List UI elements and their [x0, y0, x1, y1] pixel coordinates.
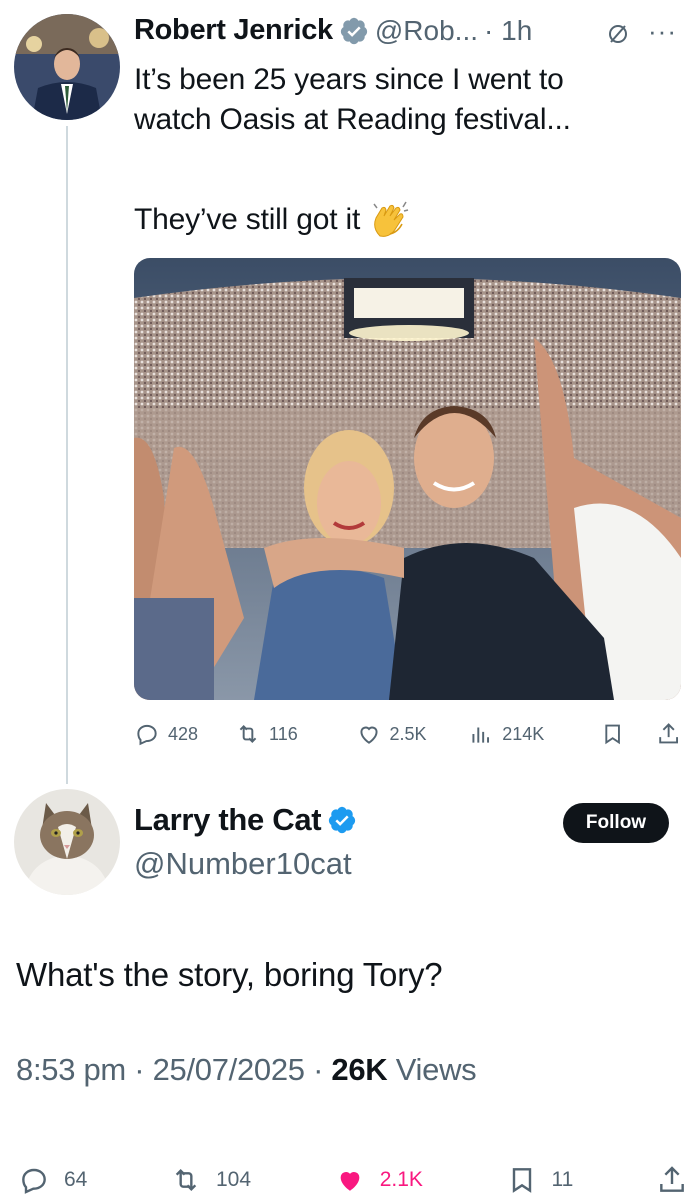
- reply-views-count: 26K: [331, 1052, 388, 1087]
- clapping-hands-emoji-icon: [373, 201, 409, 237]
- tweet-action-bar: 428 116 2.5K 214K: [134, 721, 681, 747]
- retweet-icon: [175, 1168, 197, 1192]
- retweet-count: 116: [269, 723, 298, 744]
- tweet-media-photo[interactable]: [134, 258, 681, 700]
- reply-bookmark-button[interactable]: 11: [506, 1164, 574, 1196]
- bookmark-icon: [512, 1168, 531, 1193]
- reply-reply-count: 64: [64, 1168, 88, 1191]
- reply-date[interactable]: 25/07/2025: [153, 1052, 305, 1087]
- author-handle[interactable]: @Rob...: [375, 15, 478, 47]
- tweet-time[interactable]: · 1h: [484, 15, 532, 47]
- follow-button[interactable]: Follow: [563, 803, 669, 843]
- reply-like-count: 2.1K: [379, 1168, 423, 1191]
- reply-author-avatar[interactable]: [14, 789, 120, 895]
- reply-views-label: Views: [395, 1052, 477, 1087]
- tweet-text-line-1: It’s been 25 years since I went to: [134, 63, 564, 96]
- views-chart-icon: [472, 727, 490, 743]
- stadium-concert-photo: [134, 258, 681, 700]
- reply-retweet-count: 104: [216, 1168, 252, 1191]
- like-count: 2.5K: [389, 723, 427, 744]
- reply-time[interactable]: 8:53 pm: [16, 1052, 126, 1087]
- more-options-icon[interactable]: ···: [648, 16, 677, 47]
- avatar-photo: [14, 14, 120, 120]
- reply-author-handle[interactable]: @Number10cat: [134, 846, 352, 882]
- like-button[interactable]: 2.5K: [356, 721, 469, 747]
- share-icon[interactable]: [656, 721, 681, 747]
- reply-like-button[interactable]: 2.1K: [334, 1164, 423, 1196]
- bookmark-icon[interactable]: [600, 721, 625, 747]
- heart-icon: [359, 726, 378, 744]
- reply-metadata: 8:53 pm · 25/07/2025 · 26K Views: [16, 1052, 477, 1087]
- verified-badge-icon: [329, 806, 356, 834]
- retweet-button[interactable]: 116: [235, 721, 355, 747]
- author-name[interactable]: Robert Jenrick: [134, 14, 333, 47]
- reply-bookmark-count: 11: [551, 1168, 574, 1191]
- reply-icon: [22, 1168, 46, 1194]
- views-count: 214K: [502, 723, 545, 744]
- author-avatar[interactable]: [14, 14, 120, 120]
- tweet-text-line-3-content: They’ve still got it: [134, 203, 361, 236]
- reply-author-name[interactable]: Larry the Cat: [134, 802, 322, 838]
- reply-action-bar: 64 104 2.1K 11: [18, 1164, 688, 1196]
- tweet-header: Robert Jenrick @Rob... · 1h: [134, 14, 532, 47]
- views-button[interactable]: 214K: [468, 721, 594, 747]
- retweet-icon: [239, 725, 257, 743]
- grok-icon[interactable]: [606, 22, 630, 46]
- tweet-text-line-3: They’ve still got it: [134, 198, 412, 242]
- reply-reply-button[interactable]: 64: [18, 1164, 87, 1196]
- tweet-text-line-2: watch Oasis at Reading festival...: [134, 103, 571, 136]
- reply-button[interactable]: 428: [134, 721, 235, 747]
- reply-count: 428: [168, 723, 199, 744]
- reply-text: What's the story, boring Tory?: [16, 956, 443, 993]
- reply-icon: [137, 724, 157, 746]
- thread-connector-line: [66, 126, 68, 784]
- reply-retweet-button[interactable]: 104: [170, 1164, 251, 1196]
- cat-photo: [14, 789, 120, 895]
- reply-header: Larry the Cat: [134, 802, 357, 838]
- heart-filled-icon: [340, 1172, 360, 1191]
- verified-badge-icon: [340, 17, 367, 44]
- share-icon[interactable]: [656, 1164, 688, 1196]
